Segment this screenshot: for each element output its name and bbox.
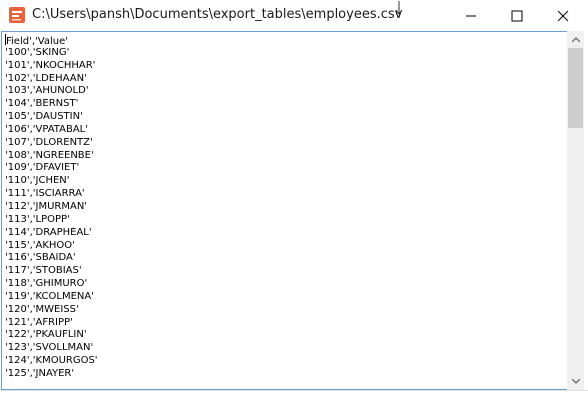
text-line: '104','BERNST' <box>5 98 79 110</box>
text-line: '113','LPOPP' <box>5 213 70 225</box>
window-bottom-edge <box>0 390 588 396</box>
text-line: '119','KCOLMENA' <box>5 290 94 302</box>
scrollbar-thumb[interactable] <box>568 48 583 128</box>
text-line: '111','ISCIARRA' <box>5 188 85 200</box>
text-line: '105','DAUSTIN' <box>5 111 83 123</box>
window-title: C:\Users\pansh\Documents\export_tables\e… <box>32 7 403 22</box>
text-line: '118','GHIMURO' <box>5 278 88 290</box>
text-line: '124','KMOURGOS' <box>5 355 98 367</box>
text-line: '114','DRAPHEAL' <box>5 226 92 238</box>
text-line: '115','AKHOO' <box>5 239 75 251</box>
text-line: '108','NGREENBE' <box>5 149 94 161</box>
app-window: C:\Users\pansh\Documents\export_tables\e… <box>0 0 588 396</box>
text-line: '110','JCHEN' <box>5 175 70 187</box>
title-bar[interactable]: C:\Users\pansh\Documents\export_tables\e… <box>0 0 588 31</box>
text-line: '116','SBAIDA' <box>5 252 76 264</box>
mouse-cursor-icon <box>395 0 403 15</box>
scroll-down-icon <box>571 379 580 384</box>
text-line: '102','LDEHAAN' <box>5 72 87 84</box>
maximize-button[interactable] <box>494 0 540 31</box>
text-line-content: Field','Value' <box>6 36 68 47</box>
minimize-button[interactable] <box>448 0 494 31</box>
text-line: '123','SVOLLMAN' <box>5 342 94 354</box>
scroll-up-button[interactable] <box>567 31 584 48</box>
text-line: '103','AHUNOLD' <box>5 85 89 97</box>
text-line: Field','Value' <box>5 34 98 47</box>
text-line: '122','PKAUFLIN' <box>5 329 87 341</box>
text-line: '101','NKOCHHAR' <box>5 59 96 71</box>
scroll-up-icon <box>571 37 580 42</box>
minimize-icon <box>466 15 476 16</box>
window-right-edge <box>584 31 588 395</box>
text-lines: Field','Value' '100','SKING' '101','NKOCHH… <box>5 34 98 381</box>
close-button[interactable] <box>540 0 586 31</box>
text-line: '107','DLORENTZ' <box>5 136 93 148</box>
text-line: '109','DFAVIET' <box>5 162 80 174</box>
vertical-scrollbar[interactable] <box>567 31 584 390</box>
text-line: '112','JMURMAN' <box>5 200 88 212</box>
close-icon <box>557 10 569 21</box>
text-line: '117','STOBIAS' <box>5 265 82 277</box>
scroll-down-button[interactable] <box>567 373 584 390</box>
text-line: '120','MWEISS' <box>5 303 79 315</box>
text-line: '100','SKING' <box>5 46 70 58</box>
text-line: '125','JNAYER' <box>5 367 75 379</box>
text-editor-area[interactable]: Field','Value' '100','SKING' '101','NKOCHH… <box>1 31 569 390</box>
maximize-icon <box>511 10 523 21</box>
app-icon[interactable] <box>9 7 25 23</box>
text-line: '121','AFRIPP' <box>5 316 73 328</box>
text-line: '106','VPATABAL' <box>5 123 89 135</box>
